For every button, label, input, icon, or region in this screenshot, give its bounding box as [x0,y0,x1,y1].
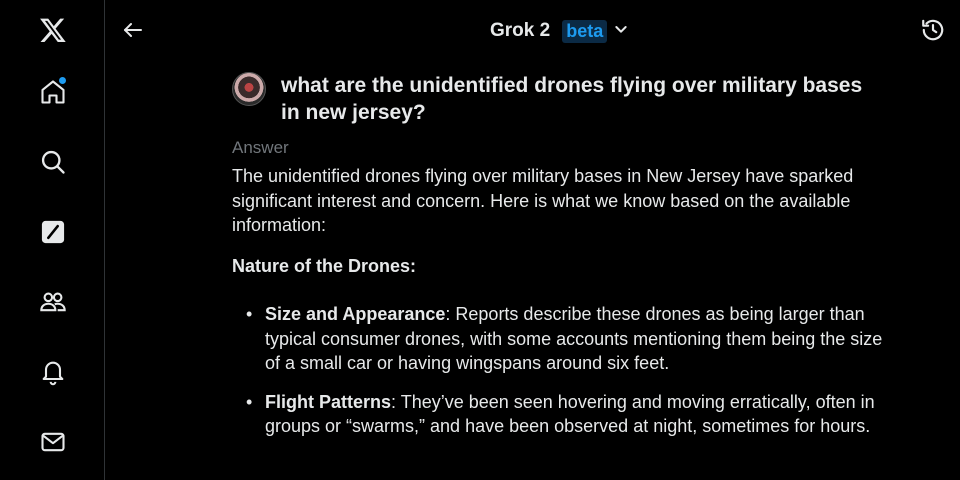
sidebar-item-messages[interactable] [34,423,72,461]
history-icon [922,19,944,41]
sidebar-item-search[interactable] [34,143,72,181]
model-selector[interactable]: Grok 2 beta [490,17,629,45]
page-title: Grok 2 [490,20,551,41]
bell-icon [42,361,64,386]
sidebar-item-notifications[interactable] [34,353,72,391]
question-text: what are the unidentified drones flying … [281,74,863,124]
avatar[interactable] [232,72,266,106]
sidebar-item-communities[interactable] [34,283,72,321]
list-item: Size and Appearance: Reports describe th… [232,302,892,376]
answer-label: Answer [232,138,289,157]
bullet-list: Size and Appearance: Reports describe th… [232,302,892,453]
user-question: what are the unidentified drones flying … [232,72,892,126]
x-logo-icon[interactable] [34,11,72,49]
header: Grok 2 beta [106,0,960,62]
notification-dot [59,77,66,84]
conversation: what are the unidentified drones flying … [232,62,892,480]
bullet-term: Flight Patterns [265,391,392,412]
list-item: Flight Patterns: They’ve been seen hover… [232,390,892,439]
sidebar [0,0,105,480]
section-heading: Nature of the Drones: [232,256,417,276]
history-button[interactable] [918,15,948,45]
arrow-left-icon [124,23,142,37]
bullet-term: Size and Appearance [265,304,446,324]
mail-icon [41,432,65,452]
sidebar-item-grok[interactable] [34,213,72,251]
sidebar-item-home[interactable] [34,73,72,111]
app-root: Grok 2 beta what are the unidentified dr… [0,0,960,480]
beta-badge: beta [562,19,608,43]
grok-icon [41,220,65,244]
communities-icon [40,292,66,312]
chevron-down-icon [613,21,629,42]
search-icon [41,150,65,174]
answer-intro: The unidentified drones flying over mili… [232,166,854,235]
back-button[interactable] [118,15,148,45]
